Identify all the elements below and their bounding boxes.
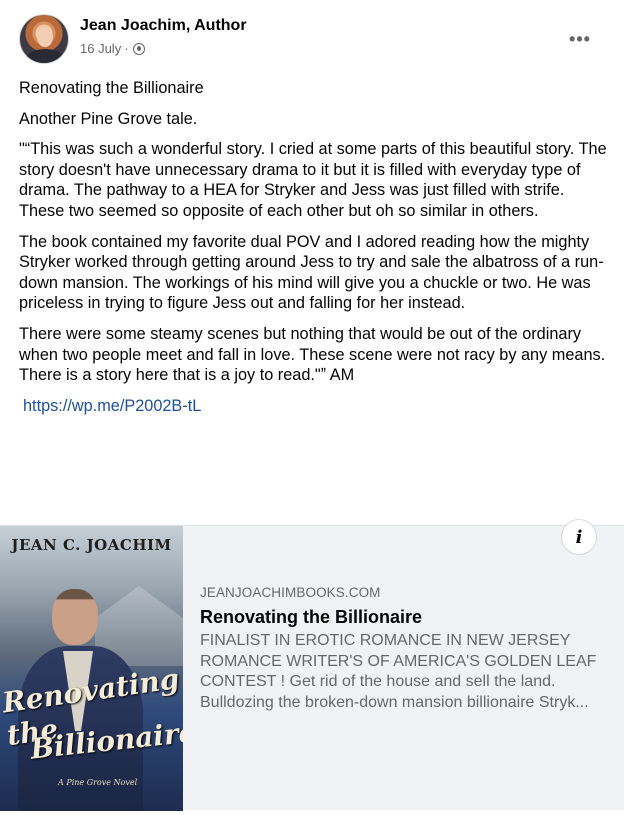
avatar-face [37, 27, 53, 47]
post-paragraph: There were some steamy scenes but nothin… [19, 324, 606, 385]
more-options-button[interactable]: ••• [562, 24, 598, 60]
link-preview-card[interactable]: JEAN C. JOACHIM Renovating the Billionai… [0, 525, 624, 811]
facebook-post: Jean Joachim, Author 16 July · ••• Renov… [0, 0, 630, 815]
info-button[interactable]: i [561, 519, 597, 555]
globe-icon[interactable] [132, 42, 145, 55]
post-paragraph: The book contained my favorite dual POV … [19, 232, 604, 313]
author-name-link[interactable]: Jean Joachim, Author [80, 17, 247, 35]
post-paragraph: Another Pine Grove tale. [19, 109, 198, 128]
avatar-shoulders [26, 49, 64, 63]
post-date[interactable]: 16 July [80, 41, 121, 56]
post-header: Jean Joachim, Author 16 July · ••• [19, 14, 599, 64]
info-icon: i [575, 526, 583, 548]
book-cover-image[interactable]: JEAN C. JOACHIM Renovating the Billionai… [0, 526, 183, 811]
link-preview-description: FINALIST IN EROTIC ROMANCE IN NEW JERSEY… [200, 632, 597, 712]
meta-separator: · [124, 41, 129, 56]
post-paragraph: "“This was such a wonderful story. I cri… [19, 140, 607, 220]
post-text: Renovating the Billionaire Another Pine … [19, 78, 613, 416]
more-options-icon: ••• [569, 29, 591, 49]
author-avatar[interactable] [19, 14, 69, 64]
cover-author-name: JEAN C. JOACHIM [11, 536, 172, 554]
link-preview-title[interactable]: Renovating the Billionaire [200, 607, 610, 628]
post-meta: 16 July · [80, 41, 145, 56]
post-paragraph: Renovating the Billionaire [19, 79, 204, 97]
cover-series-name: A Pine Grove Novel [58, 778, 138, 787]
post-link[interactable]: https://wp.me/P2002B-tL [23, 396, 613, 417]
link-preview-domain: JEANJOACHIMBOOKS.COM [200, 585, 381, 600]
link-preview-text[interactable]: JEANJOACHIMBOOKS.COM Renovating the Bill… [200, 585, 610, 714]
cover-model-head [52, 589, 98, 645]
